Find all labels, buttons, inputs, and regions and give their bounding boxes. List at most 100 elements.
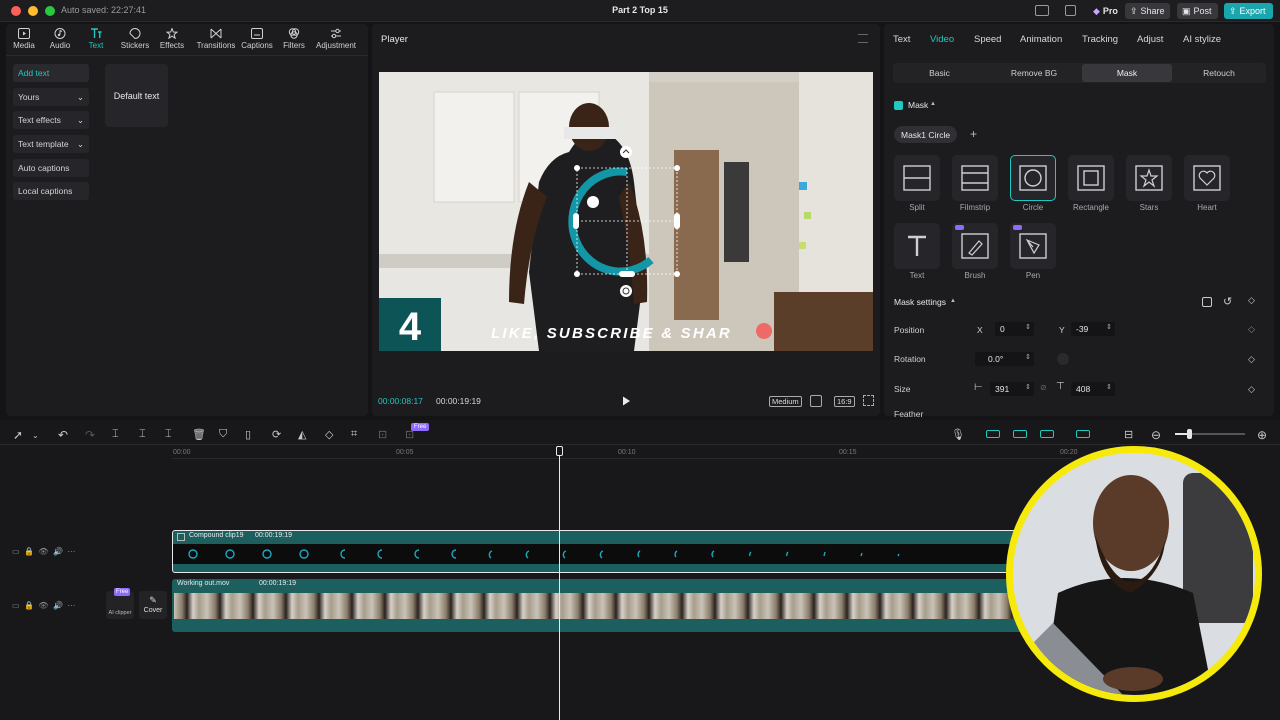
zoom-window-button[interactable]	[45, 6, 55, 16]
split-left-icon[interactable]: ⌶	[139, 428, 153, 442]
mask-shape-filmstrip[interactable]	[952, 155, 998, 201]
chevron-down-icon[interactable]: ⌄	[32, 431, 46, 445]
share-button[interactable]: ⇪ Share	[1125, 3, 1170, 19]
shield-icon[interactable]: ⛉	[219, 428, 233, 442]
add-mask-icon[interactable]: +	[970, 127, 977, 141]
play-button[interactable]	[620, 395, 632, 407]
mask-chip[interactable]: Mask1 Circle	[894, 126, 958, 143]
menu-icon[interactable]	[858, 34, 868, 43]
menu-text-effects[interactable]: Text effects ⌄	[13, 111, 89, 129]
redo-icon[interactable]: ↷	[85, 428, 99, 442]
chevron-down-icon: ⌄	[76, 138, 84, 149]
subtab-mask[interactable]: Mask	[1082, 64, 1172, 82]
compound-icon	[177, 533, 185, 541]
zoom-in-icon[interactable]: ⊕	[1257, 428, 1271, 442]
collapse-icon[interactable]: ▲	[950, 298, 956, 304]
mask-shape-circle[interactable]	[1010, 155, 1056, 201]
keyframe-icon[interactable]: ◇	[1248, 324, 1255, 335]
menu-text-template[interactable]: Text template ⌄	[13, 135, 89, 153]
tab-ai-stylize[interactable]: AI stylize	[1183, 34, 1221, 45]
invert-mask-icon[interactable]	[1202, 297, 1212, 307]
tab-speed[interactable]: Speed	[974, 34, 1001, 45]
mask-shape-heart[interactable]	[1184, 155, 1230, 201]
keyframe-icon[interactable]: ◇	[1248, 384, 1255, 395]
mirror-icon[interactable]: ◭	[298, 428, 312, 442]
aspect-ratio-select[interactable]: 16:9	[834, 396, 855, 407]
reverse-icon[interactable]: ⟳	[272, 428, 286, 442]
subtab-retouch[interactable]: Retouch	[1172, 64, 1266, 82]
tab-text-props[interactable]: Text	[893, 34, 910, 45]
text-icon	[91, 28, 102, 38]
stepper-icon[interactable]: ⇕	[1106, 383, 1112, 391]
zoom-out-icon[interactable]: ⊖	[1151, 428, 1165, 442]
playhead[interactable]	[559, 449, 560, 720]
undo-icon[interactable]: ↶	[58, 428, 72, 442]
video-clip[interactable]: Working out.mov 00:00:19:19	[172, 579, 1032, 632]
subtab-remove-bg[interactable]: Remove BG	[986, 64, 1082, 82]
delete-icon[interactable]: 🗑	[192, 428, 206, 442]
post-button[interactable]: ▣ Post	[1177, 3, 1218, 19]
rotate-icon[interactable]: ◇	[325, 428, 339, 442]
export-button[interactable]: ⇪ Export	[1224, 3, 1273, 19]
split-right-icon[interactable]: ⌶	[165, 428, 179, 442]
tab-stickers[interactable]: Stickers	[115, 28, 155, 50]
playhead-handle[interactable]	[556, 446, 563, 456]
stepper-icon[interactable]: ⇕	[1025, 383, 1031, 391]
tab-animation[interactable]: Animation	[1020, 34, 1062, 45]
minimize-window-button[interactable]	[28, 6, 38, 16]
menu-label: Auto captions	[18, 163, 70, 173]
subtab-basic[interactable]: Basic	[893, 64, 986, 82]
tab-transitions[interactable]: Transitions	[192, 28, 240, 50]
link-icon[interactable]: ⊘	[1040, 383, 1047, 392]
tab-audio[interactable]: Audio	[42, 28, 78, 50]
menu-local-captions[interactable]: Local captions	[13, 182, 89, 200]
collapse-icon[interactable]: ▲	[930, 101, 936, 107]
default-text-card[interactable]: Default text	[105, 64, 168, 127]
tab-adjustment[interactable]: Adjustment	[310, 28, 362, 50]
split-icon[interactable]: ⌶	[112, 428, 126, 442]
tab-video[interactable]: Video	[930, 34, 954, 45]
keyframe-icon[interactable]: ◇	[1248, 295, 1255, 306]
fit-timeline-icon[interactable]: ⊟	[1124, 428, 1138, 442]
snap-icon[interactable]	[1076, 430, 1090, 438]
close-window-button[interactable]	[11, 6, 21, 16]
fullscreen-icon[interactable]	[863, 395, 874, 406]
mask-shape-stars[interactable]	[1126, 155, 1172, 201]
freeze-icon[interactable]: ▯	[245, 428, 259, 442]
keyframe-icon[interactable]: ◇	[1248, 354, 1255, 365]
mask-shape-rectangle[interactable]	[1068, 155, 1114, 201]
magnet-icon[interactable]	[986, 430, 1000, 438]
quality-select[interactable]: Medium	[769, 396, 802, 407]
tab-tracking[interactable]: Tracking	[1082, 34, 1118, 45]
tab-media[interactable]: Media	[6, 28, 42, 50]
mask-shape-text[interactable]	[894, 223, 940, 269]
stepper-icon[interactable]: ⇕	[1025, 323, 1031, 331]
link-clips-icon[interactable]	[1013, 430, 1027, 438]
layout-icon[interactable]	[1035, 5, 1049, 16]
fit-view-icon[interactable]	[810, 395, 822, 407]
stepper-icon[interactable]: ⇕	[1106, 323, 1112, 331]
rotation-dial[interactable]	[1057, 353, 1069, 365]
effects-icon	[166, 28, 178, 39]
shortcuts-icon[interactable]	[1065, 5, 1076, 16]
mask-checkbox[interactable]	[894, 101, 903, 110]
preview-axis-icon[interactable]	[1040, 430, 1054, 438]
pro-badge[interactable]: ◆ Pro	[1088, 3, 1123, 19]
mask-shape-split[interactable]	[894, 155, 940, 201]
tab-adjust[interactable]: Adjust	[1137, 34, 1163, 45]
select-tool-icon[interactable]: ➚	[13, 428, 27, 442]
zoom-slider-handle[interactable]	[1187, 429, 1192, 439]
crop-icon[interactable]: ⌗	[351, 428, 365, 442]
stepper-icon[interactable]: ⇕	[1025, 353, 1031, 361]
tab-text[interactable]: Text	[78, 28, 114, 50]
tab-effects[interactable]: Effects	[152, 28, 192, 50]
reset-icon[interactable]: ↺	[1223, 295, 1232, 308]
mask-label: Circle	[1022, 203, 1044, 212]
menu-add-text[interactable]: Add text	[13, 64, 89, 82]
video-preview[interactable]: 4 LIKE, SUBSCRIBE & SHAR	[379, 72, 873, 351]
menu-auto-captions[interactable]: Auto captions	[13, 159, 89, 177]
ai-tool-icon[interactable]: ⊡	[378, 428, 392, 442]
compound-clip[interactable]: Compound clip19 00:00:19:19	[172, 530, 1032, 573]
microphone-icon[interactable]: 🎙	[951, 428, 965, 442]
menu-yours[interactable]: Yours ⌄	[13, 88, 89, 106]
